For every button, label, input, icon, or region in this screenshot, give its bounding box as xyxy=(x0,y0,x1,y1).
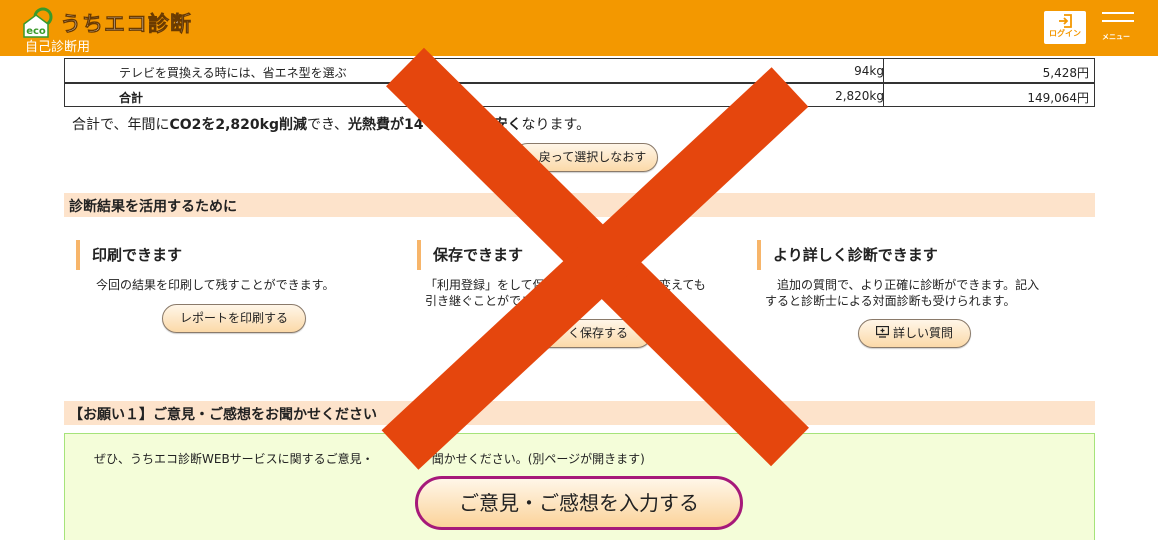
use-section-heading: 診断結果を活用するために xyxy=(64,193,1095,217)
login-button[interactable]: ログイン xyxy=(1044,11,1086,44)
site-subtitle: 自己診断用 xyxy=(25,40,91,55)
row-co2: 94kg xyxy=(854,64,884,78)
print-text: 今回の結果を印刷して残すことができます。 xyxy=(96,278,335,292)
site-header: eco うちエコ診断 自己診断用 ログイン メニュー xyxy=(0,0,1158,56)
total-cost: 149,064円 xyxy=(1027,91,1089,105)
detail-text-2: すると診断士による対面診断も受けられます。 xyxy=(765,294,1016,308)
save-title: 保存できます xyxy=(417,240,523,270)
save-text-1: 「利用登録」をして保存 xyxy=(425,278,557,292)
total-co2: 2,820kg xyxy=(835,89,884,103)
table-total-row: 合計 2,820kg 149,064円 xyxy=(65,82,1094,106)
feedback-heading: 【お願い１】ご意見・ご感想をお聞かせください xyxy=(64,401,1095,425)
house-leaf-icon: eco xyxy=(23,7,53,38)
detailed-questions-button[interactable]: 詳しい質問 xyxy=(858,319,971,348)
feedback-text: ぜひ、うちエコ診断WEBサービスに関するご意見・ 聞かせください。(別ページが開き… xyxy=(94,452,645,466)
summary-text: 合計で、年間にCO2を2,820kg削減でき、光熱費が14 安くなります。 xyxy=(72,117,591,133)
row-cost: 5,428円 xyxy=(1042,66,1089,80)
save-text-2: 引き継ぐことができま xyxy=(425,294,546,308)
menu-button[interactable]: メニュー xyxy=(1102,12,1136,42)
print-report-button[interactable]: レポートを印刷する xyxy=(162,304,306,333)
row-name: テレビを買換える時には、省エネ型を選ぶ xyxy=(119,66,347,80)
hamburger-icon xyxy=(1102,12,1134,14)
monitor-plus-icon xyxy=(875,325,890,338)
detail-text-1: 追加の質問で、より正確に診断ができます。記入 xyxy=(777,278,1040,292)
detail-title: より詳しく診断できます xyxy=(757,240,938,270)
reselect-button[interactable]: 戻って選択しなおす xyxy=(513,143,658,172)
feedback-input-button[interactable]: ご意見・ご感想を入力する xyxy=(415,476,743,530)
site-title[interactable]: うちエコ診断 xyxy=(60,8,192,38)
save-text-tail: を変えても xyxy=(647,278,706,292)
table-row: テレビを買換える時には、省エネ型を選ぶ 94kg 5,428円 xyxy=(65,58,1094,82)
results-table: テレビを買換える時には、省エネ型を選ぶ 94kg 5,428円 合計 2,820… xyxy=(64,58,1095,107)
menu-label: メニュー xyxy=(1102,33,1130,41)
login-icon xyxy=(1059,14,1072,28)
login-label: ログイン xyxy=(1049,29,1081,38)
print-title: 印刷できます xyxy=(76,240,182,270)
total-label: 合計 xyxy=(119,91,144,105)
save-button[interactable]: 利く保存する xyxy=(497,319,652,348)
